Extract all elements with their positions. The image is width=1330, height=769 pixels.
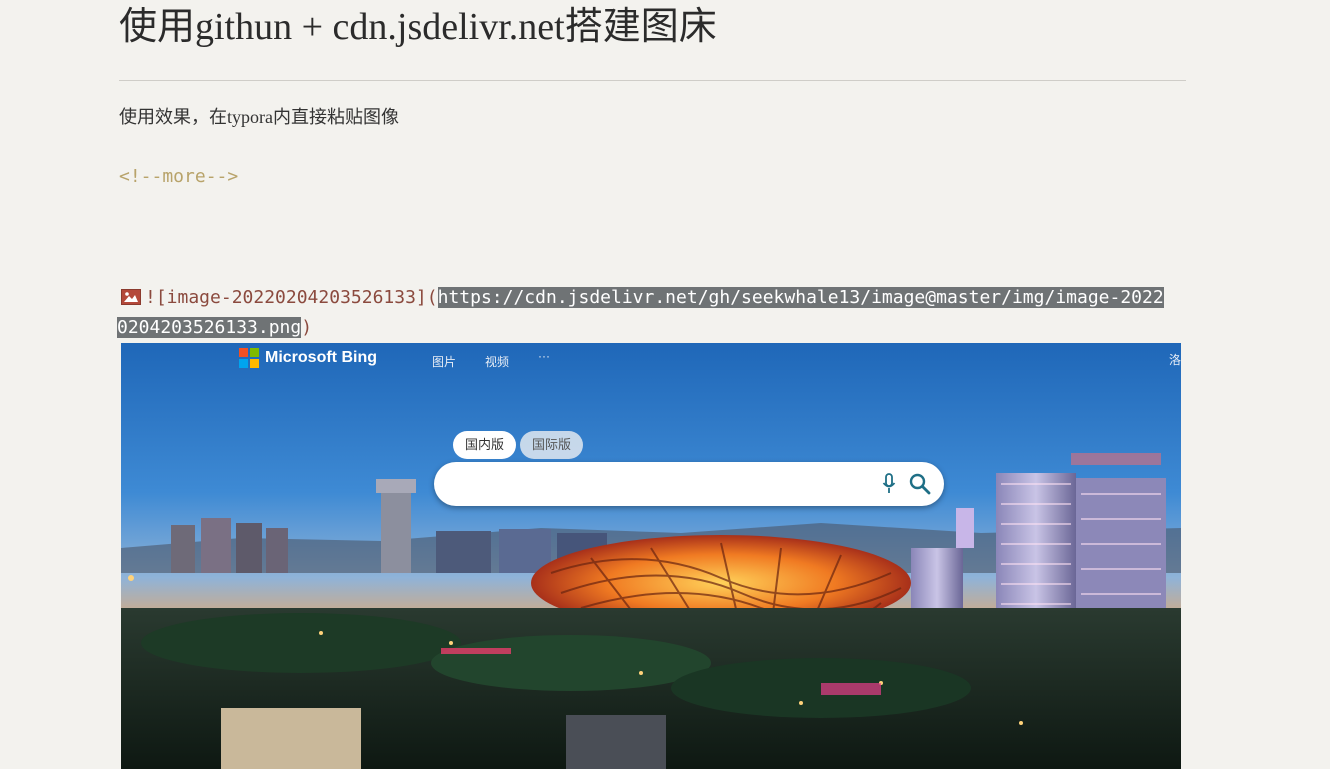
microsoft-logo-icon [239,348,259,368]
image-markdown-close: ) [301,317,313,338]
image-url-selected[interactable]: https://cdn.jsdelivr.net/gh/seekwhale13/… [437,287,1164,308]
broken-image-icon [121,289,141,305]
nav-images[interactable]: 图片 [432,353,456,370]
edge-text[interactable]: 洛 [1169,351,1181,368]
intro-paragraph[interactable]: 使用效果，在typora内直接粘贴图像 [119,104,399,130]
more-comment[interactable]: <!--more--> [119,164,238,190]
tab-international[interactable]: 国际版 [520,431,584,459]
image-preview[interactable]: Microsoft Bing 图片 视频 ··· 洛 国内版 国际版 [121,343,1181,769]
image-markdown-source[interactable]: ![image-20220204203526133](https://cdn.j… [117,283,1192,343]
microphone-icon[interactable] [882,473,896,495]
tab-domestic[interactable]: 国内版 [453,431,517,459]
title-divider [119,80,1186,81]
beijing-night-photo [121,343,1181,769]
search-icon[interactable] [908,472,932,496]
bing-logo[interactable]: Microsoft Bing [239,348,377,368]
page-title: 使用githun + cdn.jsdelivr.net搭建图床 [119,6,717,48]
bing-search-input[interactable] [434,462,944,506]
bing-logo-text: Microsoft Bing [265,349,377,366]
image-alt-text: ![image-20220204203526133]( [145,287,438,308]
image-url-selected-continued[interactable]: 0204203526133.png [117,317,302,338]
nav-more[interactable]: ··· [538,349,550,363]
nav-videos[interactable]: 视频 [485,353,509,370]
